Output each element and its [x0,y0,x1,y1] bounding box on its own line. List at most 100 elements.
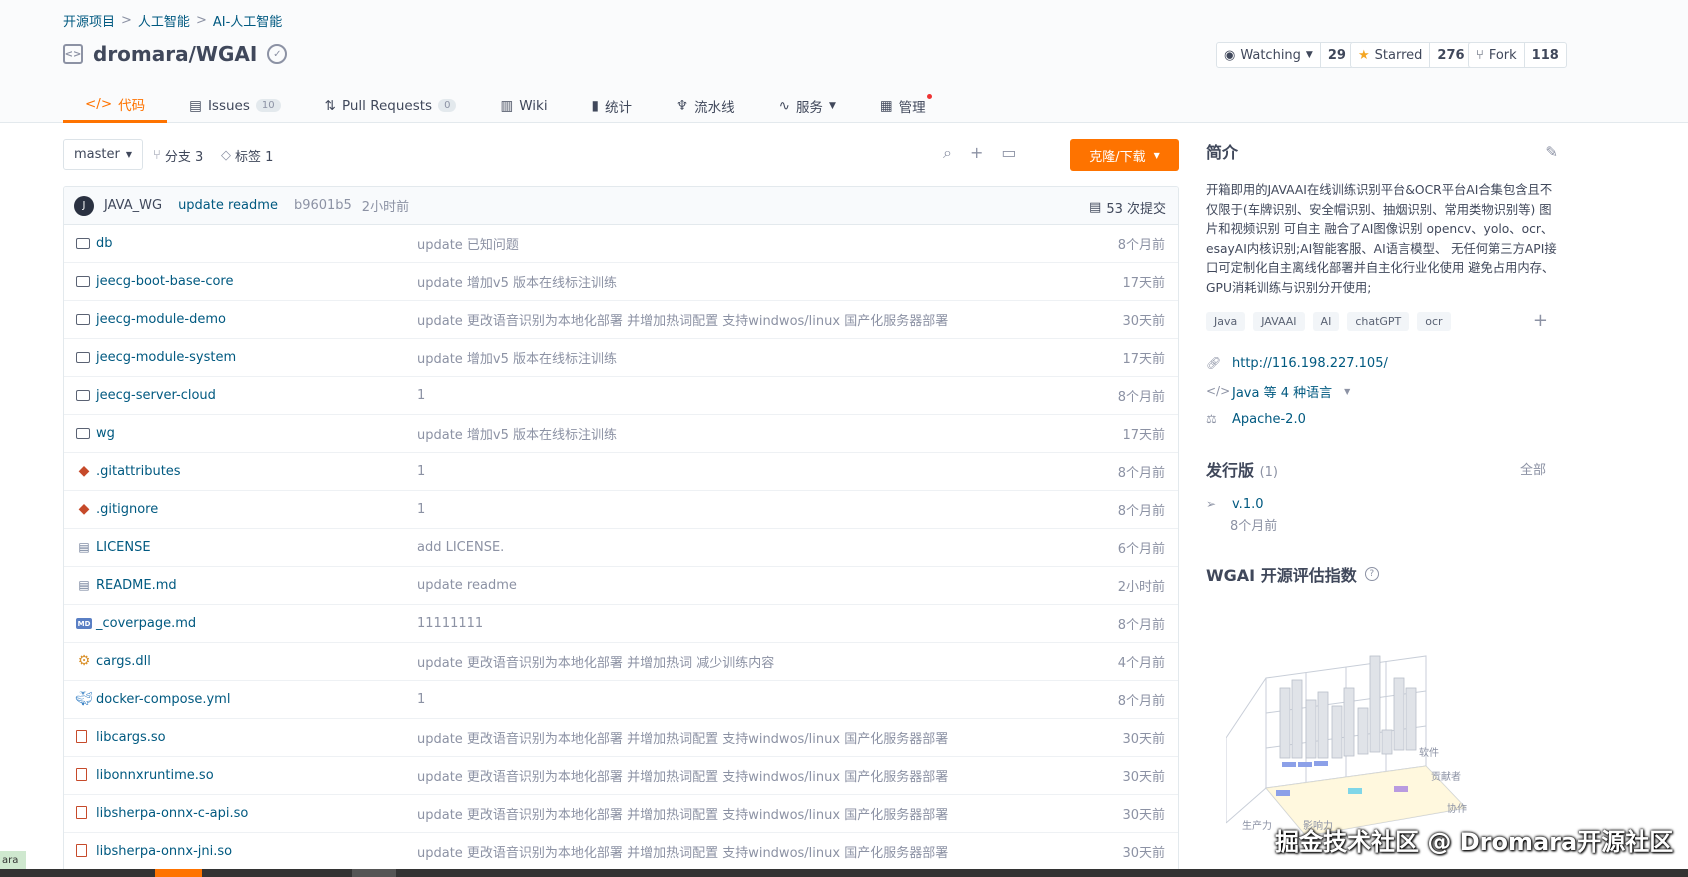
watch-button[interactable]: ◉ Watching ▼ [1217,43,1321,67]
add-topic-icon[interactable]: + [1533,310,1548,331]
file-name-link[interactable]: libcargs.so [96,730,166,745]
table-row[interactable]: ◆ .gitignore 1 8个月前 [64,491,1178,529]
commit-message[interactable]: update readme [178,198,278,213]
table-row[interactable]: wg update 增加v5 版本在线标注训练 17天前 [64,415,1178,453]
file-commit-message[interactable]: update 更改语音识别为本地化部署 并增加热词配置 支持windwos/li… [417,766,948,785]
file-commit-message[interactable]: 1 [417,502,425,517]
file-name-link[interactable]: .gitattributes [96,464,181,479]
topic-tag[interactable]: AI [1312,312,1340,331]
table-row[interactable]: ▤ LICENSE add LICENSE. 6个月前 [64,529,1178,567]
commit-history-link[interactable]: ▤ 53 次提交 [1089,198,1166,217]
file-commit-message[interactable]: update 增加v5 版本在线标注训练 [417,348,617,367]
tab-manage[interactable]: ▦ 管理 [858,88,948,123]
edit-icon[interactable]: ✎ [1545,143,1558,161]
file-commit-message[interactable]: update 增加v5 版本在线标注训练 [417,424,617,443]
breadcrumb-item-ai[interactable]: 人工智能 [138,11,190,30]
topic-tag[interactable]: Java [1206,312,1246,331]
markdown-icon: MD [76,618,92,629]
tab-pull-requests[interactable]: ⇅ Pull Requests 0 [303,88,479,123]
tab-code[interactable]: </> 代码 [63,88,168,123]
commit-sha[interactable]: b9601b5 [294,198,352,213]
file-commit-message[interactable]: update 更改语音识别为本地化部署 并增加热词配置 支持windwos/li… [417,804,948,823]
file-commit-message[interactable]: 1 [417,692,425,707]
file-name-link[interactable]: jeecg-module-demo [96,312,226,327]
table-row[interactable]: jeecg-module-system update 增加v5 版本在线标注训练 1… [64,339,1178,377]
table-row[interactable]: libcargs.so update 更改语音识别为本地化部署 并增加热词配置 支… [64,719,1178,757]
file-name-link[interactable]: libsherpa-onnx-jni.so [96,844,232,859]
repo-name[interactable]: dromara/WGAI [93,42,257,66]
star-count[interactable]: 276 [1430,43,1471,67]
language-link[interactable]: Java 等 4 种语言 [1232,382,1332,401]
file-commit-message[interactable]: update 已知问题 [417,234,519,253]
topic-tag[interactable]: JAVAAI [1253,312,1305,331]
table-row[interactable]: db update 已知问题 8个月前 [64,225,1178,263]
table-row[interactable]: libsherpa-onnx-jni.so update 更改语音识别为本地化部署… [64,833,1178,871]
tab-services[interactable]: ∿ 服务 ▼ [757,88,858,123]
topic-tag[interactable]: chatGPT [1347,312,1410,331]
table-row[interactable]: jeecg-server-cloud 1 8个月前 [64,377,1178,415]
pull-request-icon: ⇅ [324,97,336,114]
file-name-link[interactable]: libonnxruntime.so [96,768,214,783]
table-row[interactable]: libsherpa-onnx-c-api.so update 更改语音识别为本地化… [64,795,1178,833]
file-commit-message[interactable]: update 更改语音识别为本地化部署 并增加热词配置 支持windwos/li… [417,842,948,861]
branches-link[interactable]: ⑂ 分支 3 [153,146,203,165]
fork-button[interactable]: ⑂ Fork [1469,43,1525,67]
file-name-link[interactable]: jeecg-server-cloud [96,388,216,403]
table-row[interactable]: ⚙ cargs.dll update 更改语音识别为本地化部署 并增加热词 减少训练… [64,643,1178,681]
topic-tag[interactable]: ocr [1417,312,1451,331]
breadcrumb-item-open-source[interactable]: 开源项目 [63,11,115,30]
tab-pipeline[interactable]: ♆ 流水线 [654,88,757,123]
table-row[interactable]: 🐳︎ docker-compose.yml 1 8个月前 [64,681,1178,719]
table-row[interactable]: ▤ README.md update readme 2小时前 [64,567,1178,605]
file-name-link[interactable]: LICENSE [96,540,151,555]
certified-badge-icon[interactable]: ✓ [267,44,288,64]
file-commit-message[interactable]: update 更改语音识别为本地化部署 并增加热词配置 支持windwos/li… [417,310,948,329]
file-name-link[interactable]: jeecg-module-system [96,350,236,365]
watch-count[interactable]: 29 [1321,43,1353,67]
website-link[interactable]: http://116.198.227.105/ [1232,356,1388,371]
tags-link[interactable]: ◇ 标签 1 [221,146,273,165]
file-name-link[interactable]: _coverpage.md [96,616,196,631]
tab-wiki[interactable]: ▥ Wiki [478,88,569,123]
star-button[interactable]: ★ Starred [1351,43,1431,67]
file-commit-message[interactable]: 1 [417,388,425,403]
release-tag[interactable]: v.1.0 [1232,497,1264,512]
clone-download-button[interactable]: 克隆/下载 ▼ [1070,139,1179,171]
table-row[interactable]: jeecg-module-demo update 更改语音识别为本地化部署 并增加… [64,301,1178,339]
tab-issues[interactable]: ▤ Issues 10 [167,88,302,123]
table-row[interactable]: MD _coverpage.md 11111111 8个月前 [64,605,1178,643]
commit-author[interactable]: JAVA_WG [104,198,162,213]
file-name-link[interactable]: .gitignore [96,502,158,517]
file-name-link[interactable]: jeecg-boot-base-core [96,274,233,289]
web-ide-icon[interactable]: ▭ [1001,143,1016,163]
table-row[interactable]: ◆ .gitattributes 1 8个月前 [64,453,1178,491]
fork-count[interactable]: 118 [1525,43,1566,67]
license-link[interactable]: Apache-2.0 [1232,412,1306,427]
breadcrumb-item-ai-category[interactable]: AI-人工智能 [213,11,282,30]
file-commit-message[interactable]: 11111111 [417,616,483,631]
file-name-link[interactable]: docker-compose.yml [96,692,230,707]
help-icon[interactable]: ? [1364,567,1379,581]
file-name-link[interactable]: README.md [96,578,177,593]
tab-stats[interactable]: ▮ 统计 [570,88,654,123]
release-all-link[interactable]: 全部 [1520,459,1546,478]
file-commit-message[interactable]: update 更改语音识别为本地化部署 并增加热词配置 支持windwos/li… [417,728,948,747]
search-icon[interactable]: ⌕ [943,143,952,163]
file-name-link[interactable]: db [96,236,113,251]
file-commit-message[interactable]: update readme [417,578,517,593]
file-commit-message[interactable]: 1 [417,464,425,479]
file-commit-message[interactable]: add LICENSE. [417,540,504,555]
binary-file-icon [76,806,87,819]
file-name-link[interactable]: wg [96,426,115,441]
file-commit-message[interactable]: update 增加v5 版本在线标注训练 [417,272,617,291]
table-row[interactable]: libonnxruntime.so update 更改语音识别为本地化部署 并增加… [64,757,1178,795]
caret-down-icon[interactable]: ▼ [1344,387,1350,396]
table-row[interactable]: jeecg-boot-base-core update 增加v5 版本在线标注训练… [64,263,1178,301]
file-name-link[interactable]: cargs.dll [96,654,151,669]
folder-icon [76,276,90,287]
avatar[interactable]: J [74,195,94,216]
branch-select[interactable]: master ▼ [63,139,143,170]
file-name-link[interactable]: libsherpa-onnx-c-api.so [96,806,248,821]
add-file-icon[interactable]: + [970,143,983,163]
file-commit-message[interactable]: update 更改语音识别为本地化部署 并增加热词 减少训练内容 [417,652,774,671]
